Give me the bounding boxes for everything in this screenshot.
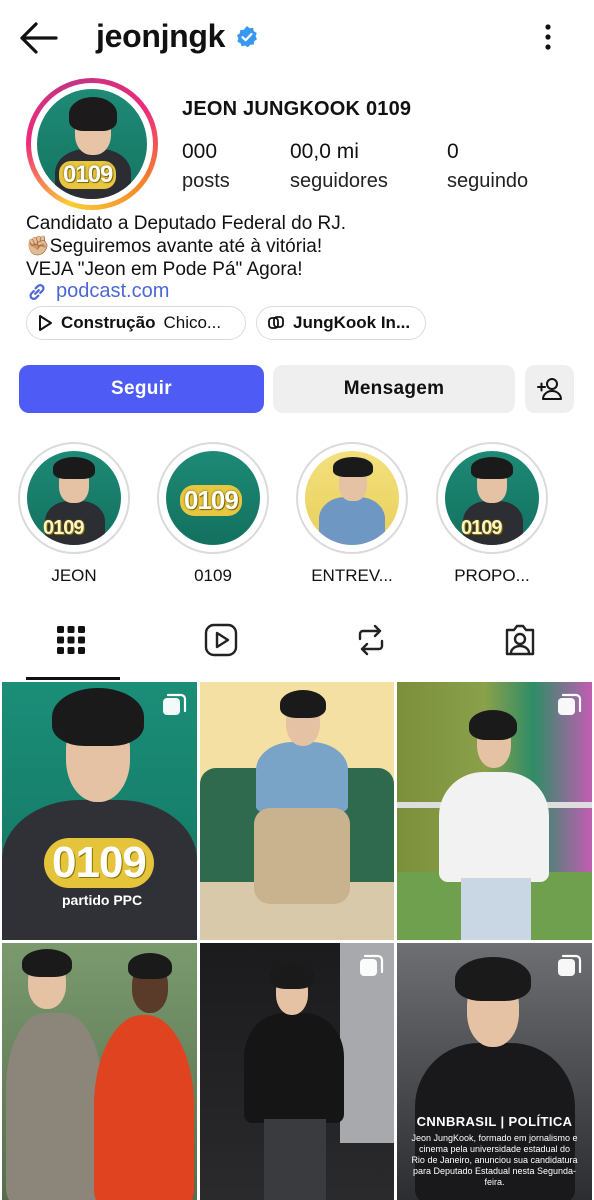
post-thumbnail[interactable]: CNNBRASIL | POLÍTICA Jeon JungKook, form… [397,943,592,1200]
reposts-icon[interactable] [353,622,389,658]
verified-badge-icon [237,25,258,47]
stat-posts[interactable]: 000 posts [182,140,230,193]
top-bar: jeonjngk [0,0,594,78]
bio-line: Candidato a Deputado Federal do RJ. [26,213,347,234]
post-thumbnail[interactable]: 0109 partido PPC [2,682,197,940]
bio-line: VEJA "Jeon em Pode Pá" Agora! [26,259,303,280]
threads-icon [268,316,284,329]
grid-icon[interactable] [53,622,89,658]
add-user-icon [536,378,562,400]
tagged-icon[interactable] [502,622,538,658]
multi-post-icon [558,954,582,976]
highlight-item[interactable]: 0109 PROPO... [436,442,548,586]
active-tab-indicator [26,677,120,680]
follow-button[interactable]: Seguir [19,365,264,413]
multi-post-icon [558,693,582,715]
posts-grid: 0109 partido PPC CNNBRASIL | POLÍTICA Je… [0,682,594,1200]
add-user-button[interactable] [525,365,574,413]
multi-post-icon [360,954,384,976]
message-button[interactable]: Mensagem [273,365,515,413]
highlight-item[interactable]: 0109 JEON [18,442,130,586]
highlight-label: ENTREV... [311,566,393,585]
post-caption-overlay: CNNBRASIL | POLÍTICA Jeon JungKook, form… [411,1114,578,1187]
profile-username: jeonjngk [96,18,226,54]
highlight-cover: 0109 [27,451,121,545]
arrow-left-icon[interactable] [18,20,58,56]
highlight-label: 0109 [194,566,232,585]
reels-icon[interactable] [203,622,239,658]
bio-link[interactable]: podcast.com [26,280,169,303]
play-icon [39,315,52,331]
stat-followers[interactable]: 00,0 mi seguidores [290,140,388,193]
chip-threads[interactable]: JungKook In... [256,306,426,340]
avatar-badge: 0109 [59,161,117,189]
profile-display-name: JEON JUNGKOOK 0109 [182,98,412,120]
bio-link-text: podcast.com [56,280,170,302]
profile-avatar[interactable]: 0109 [26,78,158,210]
chip-music[interactable]: Construção Chico... [26,306,246,340]
post-thumbnail[interactable] [2,943,197,1200]
link-icon [29,283,45,300]
bio-chips: Construção Chico... JungKook In... [26,306,426,340]
highlight-cover: 0109 [166,451,260,545]
profile-username-row: jeonjngk [96,18,259,55]
post-thumbnail[interactable] [397,682,592,940]
highlight-label: PROPO... [454,566,530,585]
highlight-cover [305,451,399,545]
multi-post-icon [163,693,187,715]
post-thumbnail[interactable] [200,943,394,1200]
kebab-icon[interactable] [542,22,554,52]
avatar-photo: 0109 [37,89,147,199]
highlight-cover: 0109 [445,451,539,545]
profile-bio: Candidato a Deputado Federal do RJ. ✊🏼Se… [26,212,346,281]
highlight-item[interactable]: 0109 0109 [157,442,269,586]
highlight-item[interactable]: ENTREV... [296,442,408,586]
profile-tabs [0,604,594,680]
stat-following[interactable]: 0 seguindo [447,140,528,193]
highlight-label: JEON [51,566,97,585]
post-thumbnail[interactable] [200,682,394,940]
bio-line: ✊🏼Seguiremos avante até à vitória! [26,236,323,257]
